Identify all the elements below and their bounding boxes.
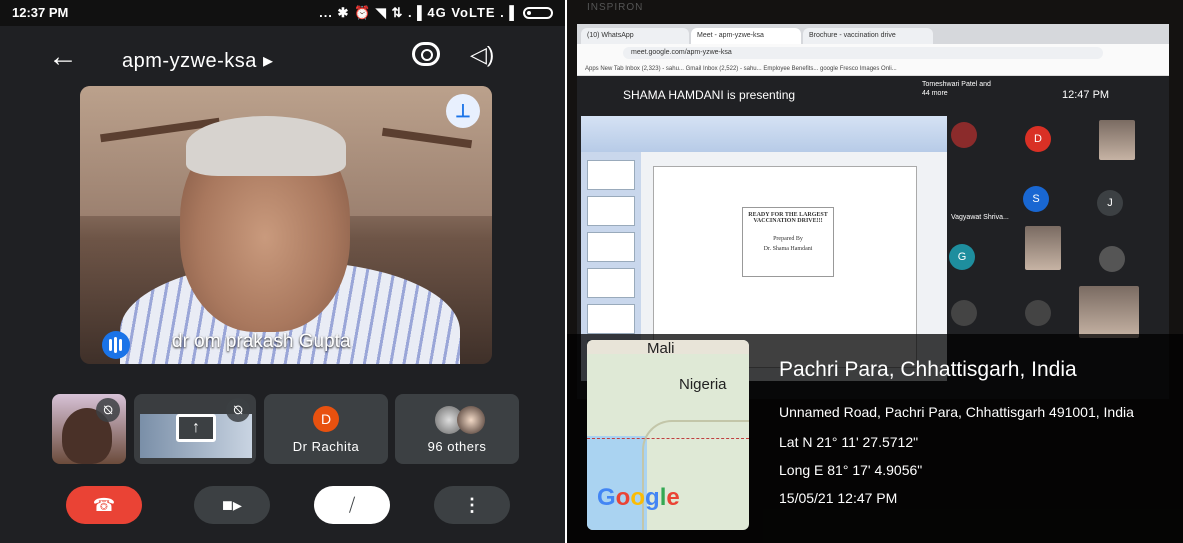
present-screen-icon: ↑ <box>176 414 216 442</box>
google-logo: Google <box>597 484 680 511</box>
slide-thumbnail <box>587 196 635 226</box>
browser-tab[interactable]: (10) WhatsApp <box>581 28 689 44</box>
map-border <box>642 420 749 530</box>
presenting-label: SHAMA HAMDANI is presenting <box>623 88 796 102</box>
end-call-button[interactable]: ☎ <box>66 486 142 524</box>
browser-tab[interactable]: Meet - apm-yzwe-ksa <box>691 28 801 44</box>
others-tile[interactable]: 96 others <box>395 394 519 464</box>
participant-video <box>1025 226 1061 270</box>
main-speaker-video[interactable]: ⊥ dr om prakash Gupta <box>80 86 492 364</box>
office-ribbon <box>581 116 947 152</box>
map-equator <box>587 438 749 439</box>
avatar <box>951 122 977 148</box>
avatar: D <box>1025 126 1051 152</box>
location-map: Mali Nigeria Google <box>587 340 749 530</box>
slide-author: Dr. Shama Hamdani <box>763 246 813 252</box>
avatar <box>1025 300 1051 326</box>
map-ocean <box>587 436 647 530</box>
meet-top-bar: ← apm-yzwe-ksa ▸ ◁) <box>0 28 565 88</box>
back-arrow-icon[interactable]: ← <box>48 40 78 74</box>
status-bar: 12:37 PM ... ✱ ⏰ ◥ ⇅ .▐ 4G VoLTE .▐ <box>0 0 565 26</box>
speaker-icon[interactable]: ◁) <box>470 42 494 68</box>
slide-textbox: READY FOR THE LARGEST VACCINATION DRIVE!… <box>742 207 834 277</box>
avatar: G <box>949 244 975 270</box>
url-field[interactable]: meet.google.com/apm-yzwe-ksa <box>623 47 1103 59</box>
speaker-hair <box>186 116 346 176</box>
audio-level-icon <box>102 331 130 359</box>
slide-byline: Prepared By <box>773 236 803 242</box>
mic-off-icon: ⦰ <box>96 398 120 422</box>
avatar <box>1099 246 1125 272</box>
others-count: 96 others <box>427 439 487 454</box>
participants-label: Tomeshwari Patel and 44 more <box>922 81 991 97</box>
more-options-button[interactable]: ⋮ <box>434 486 510 524</box>
screen-share-tile[interactable]: ↑ ⦰ <box>134 394 256 464</box>
slide-thumbnail <box>587 232 635 262</box>
pin-icon[interactable]: ⊥ <box>446 94 480 128</box>
battery-icon <box>523 7 553 19</box>
participant-video <box>1079 286 1139 338</box>
location-address: Unnamed Road, Pachri Para, Chhattisgarh … <box>779 404 1134 420</box>
meet-presenting-bar: SHAMA HAMDANI is presenting Tomeshwari P… <box>577 76 1169 114</box>
mic-toggle-button[interactable]: ⧸ <box>314 486 390 524</box>
participant-name: Vagyawat Shriva... <box>951 214 1009 221</box>
latitude: Lat N 21° 11' 27.5712" <box>779 434 919 450</box>
meeting-code[interactable]: apm-yzwe-ksa ▸ <box>122 48 274 73</box>
avatar <box>951 300 977 326</box>
photo-datetime: 15/05/21 12:47 PM <box>779 490 898 506</box>
camera-toggle-button[interactable]: ■▸ <box>194 486 270 524</box>
slide-thumbnail <box>587 304 635 334</box>
slide-thumbnail <box>587 160 635 190</box>
avatar <box>457 406 485 434</box>
laptop-photo: INSPIRON (10) WhatsApp Meet - apm-yzwe-k… <box>567 0 1183 543</box>
browser-tab[interactable]: Brochure - vaccination drive <box>803 28 933 44</box>
self-video-tile[interactable]: ⦰ <box>52 394 126 464</box>
slide-thumbnail <box>587 268 635 298</box>
avatar: J <box>1097 190 1123 216</box>
phone-meet-screen: 12:37 PM ... ✱ ⏰ ◥ ⇅ .▐ 4G VoLTE .▐ ← ap… <box>0 0 565 543</box>
participant-video <box>1099 120 1135 160</box>
participant-name: Dr Rachita <box>292 439 360 454</box>
bookmarks-bar: Apps New Tab Inbox (2,323) - sahu... Gma… <box>577 62 1169 76</box>
geotag-overlay: Mali Nigeria Google Pachri Para, Chhatti… <box>567 334 1183 543</box>
laptop-brand: INSPIRON <box>587 2 644 13</box>
status-time: 12:37 PM <box>12 5 69 20</box>
slide-title: READY FOR THE LARGEST VACCINATION DRIVE!… <box>748 212 828 224</box>
avatar: D <box>313 406 339 432</box>
switch-camera-icon[interactable] <box>412 42 440 66</box>
status-icons: ... ✱ ⏰ ◥ ⇅ .▐ 4G VoLTE .▐ <box>319 5 515 20</box>
mic-off-icon: ⦰ <box>226 398 250 422</box>
map-label: Mali <box>647 340 675 357</box>
location-title: Pachri Para, Chhattisgarh, India <box>779 358 1077 381</box>
address-bar: meet.google.com/apm-yzwe-ksa <box>577 44 1169 62</box>
longitude: Long E 81° 17' 4.9056" <box>779 462 923 478</box>
speaker-name: dr om prakash Gupta <box>172 331 351 352</box>
browser-tabs: (10) WhatsApp Meet - apm-yzwe-ksa Brochu… <box>577 24 1169 44</box>
meet-clock: 12:47 PM <box>1062 89 1110 101</box>
participant-tile[interactable]: D Dr Rachita <box>264 394 388 464</box>
avatar: S <box>1023 186 1049 212</box>
map-label: Nigeria <box>679 376 727 393</box>
